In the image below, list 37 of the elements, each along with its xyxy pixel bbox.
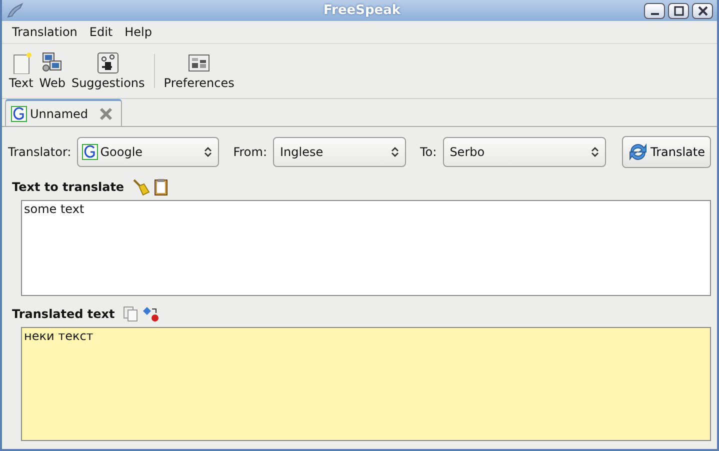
toolbar-button[interactable]: Web bbox=[36, 52, 68, 90]
window-title: FreeSpeak bbox=[322, 3, 402, 18]
spinner-arrows-icon bbox=[204, 146, 212, 158]
broom-icon[interactable] bbox=[132, 178, 150, 196]
from-dropdown[interactable]: Inglese bbox=[273, 137, 406, 167]
minimize-icon bbox=[650, 12, 658, 14]
input-field[interactable]: some text bbox=[21, 200, 711, 296]
toolbar-button[interactable]: Preferences bbox=[160, 52, 238, 90]
translate-button[interactable]: Translate bbox=[622, 136, 711, 168]
close-tab-icon[interactable] bbox=[99, 106, 114, 120]
refresh-icon bbox=[628, 142, 648, 162]
toolbar-button[interactable]: Text bbox=[6, 52, 36, 90]
section-heading: Text to translate bbox=[12, 180, 124, 194]
g-logo-icon bbox=[82, 144, 98, 160]
minimize-button[interactable] bbox=[644, 2, 665, 18]
close-icon bbox=[698, 6, 708, 16]
spinner-arrows-icon bbox=[391, 146, 399, 158]
clipboard-icon[interactable] bbox=[154, 178, 168, 196]
translator-label: Translator: bbox=[8, 145, 72, 159]
menu-item[interactable]: Translation bbox=[6, 25, 84, 39]
g-logo-icon bbox=[11, 106, 27, 122]
output-field: неки текст bbox=[21, 327, 711, 441]
tab[interactable]: Unnamed bbox=[5, 99, 122, 126]
to-dropdown[interactable]: Serbo bbox=[442, 137, 606, 167]
window-icon bbox=[188, 52, 210, 74]
toolbar-button[interactable]: Suggestions bbox=[68, 52, 148, 90]
close-button[interactable] bbox=[692, 2, 713, 18]
translator-dropdown[interactable]: Google bbox=[77, 137, 220, 167]
maximize-button[interactable] bbox=[668, 2, 689, 18]
computers-icon bbox=[41, 52, 64, 74]
spinner-arrows-icon bbox=[590, 146, 599, 158]
menu-item[interactable]: Help bbox=[118, 25, 158, 39]
section-heading: Translated text bbox=[12, 307, 115, 321]
menu-item[interactable]: Edit bbox=[83, 25, 119, 39]
from-label: From: bbox=[233, 145, 267, 159]
maximize-icon bbox=[674, 6, 684, 16]
to-label: To: bbox=[420, 145, 437, 159]
